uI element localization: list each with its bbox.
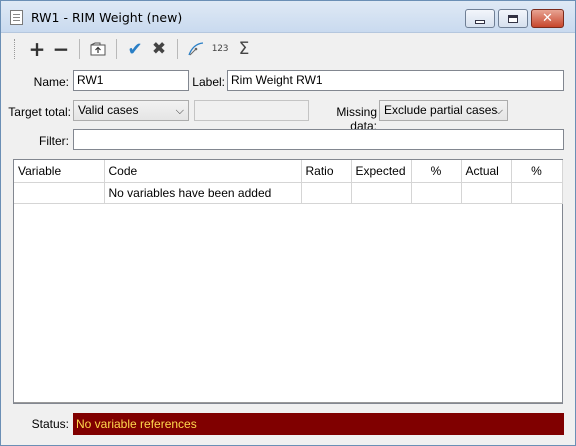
toolbar-grip (14, 39, 17, 59)
table-cell[interactable]: No variables have been added (104, 182, 302, 204)
target-total-value: Valid cases (78, 103, 139, 117)
cross-icon: ✖ (151, 39, 167, 59)
column-header-code[interactable]: Code (104, 160, 302, 183)
add-button[interactable]: + (25, 37, 49, 61)
number-format-button[interactable]: 123 (208, 37, 232, 61)
window-title: RW1 - RIM Weight (new) (31, 10, 183, 25)
column-header-variable[interactable]: Variable (14, 160, 105, 183)
status-label: Status: (31, 417, 69, 431)
minimize-icon (475, 19, 485, 24)
name-label: Name: (33, 75, 69, 89)
table-cell[interactable] (14, 182, 105, 204)
label-field[interactable]: Rim Weight RW1 (227, 70, 564, 91)
filter-label: Filter: (39, 134, 69, 148)
import-icon (90, 42, 106, 56)
target-total-label: Target total: (8, 105, 71, 119)
sigma-icon: Σ (238, 39, 250, 59)
toolbar-separator (177, 39, 178, 59)
minimize-button[interactable] (465, 9, 495, 28)
table-cell[interactable] (461, 182, 512, 204)
sum-button[interactable]: Σ (232, 37, 256, 61)
weight-tool-button[interactable] (184, 37, 208, 61)
toolbar-separator (79, 39, 80, 59)
number-format-icon: 123 (211, 44, 229, 54)
table-cell[interactable] (351, 182, 412, 204)
variables-table: Variable Code Ratio Expected % Actual % … (14, 160, 563, 204)
column-header-ratio[interactable]: Ratio (301, 160, 352, 183)
check-icon: ✔ (127, 38, 143, 60)
remove-button[interactable]: − (49, 37, 73, 61)
document-icon (10, 10, 23, 25)
close-button[interactable]: ✕ (531, 9, 564, 28)
table-cell[interactable] (511, 182, 563, 204)
toolbar-separator (116, 39, 117, 59)
toolbar: + − ✔ ✖ 123 Σ (6, 35, 571, 63)
table-cell[interactable] (301, 182, 352, 204)
missing-data-value: Exclude partial cases (384, 103, 498, 117)
column-header-actual-percent[interactable]: % (511, 160, 563, 183)
plus-icon: + (28, 37, 46, 61)
target-total-extra-field (194, 100, 309, 121)
cancel-button[interactable]: ✖ (147, 37, 171, 61)
chevron-down-icon: ⌵ (175, 104, 184, 117)
column-header-expected[interactable]: Expected (351, 160, 412, 183)
target-total-select[interactable]: Valid cases ⌵ (73, 100, 189, 121)
import-button[interactable] (86, 37, 110, 61)
table-header-row: Variable Code Ratio Expected % Actual % (14, 160, 563, 183)
table-cell[interactable] (411, 182, 462, 204)
filter-input[interactable] (73, 129, 564, 150)
status-message: No variable references (73, 413, 564, 435)
column-header-actual[interactable]: Actual (461, 160, 512, 183)
confirm-button[interactable]: ✔ (123, 37, 147, 61)
grid-bottom-line (14, 402, 562, 403)
chevron-down-icon: ⌵ (494, 104, 503, 117)
close-icon: ✕ (542, 11, 553, 26)
table-row[interactable]: No variables have been added (14, 182, 563, 204)
column-header-expected-percent[interactable]: % (411, 160, 462, 183)
title-bar: RW1 - RIM Weight (new) ✕ (1, 1, 575, 33)
maximize-icon (508, 14, 518, 23)
weight-curve-icon (188, 42, 204, 56)
variables-grid: Variable Code Ratio Expected % Actual % … (13, 159, 563, 404)
maximize-button[interactable] (498, 9, 528, 28)
missing-data-select[interactable]: Exclude partial cases ⌵ (379, 100, 508, 121)
name-field[interactable]: RW1 (73, 70, 189, 91)
label-label: Label: (192, 75, 225, 89)
rim-weight-window: RW1 - RIM Weight (new) ✕ + − ✔ ✖ 123 Σ N… (0, 0, 576, 446)
minus-icon: − (52, 37, 70, 61)
